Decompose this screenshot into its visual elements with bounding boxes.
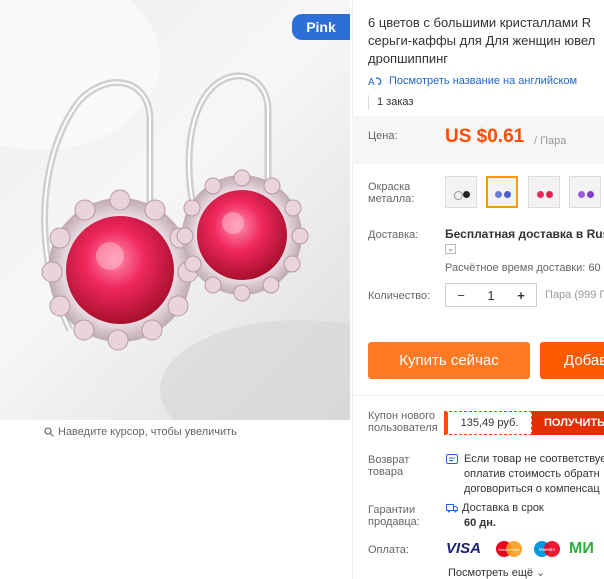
mastercard-text: MasterCard — [499, 547, 520, 552]
color-badge: Pink — [292, 14, 350, 40]
coupon-value: 135,49 руб. — [444, 411, 532, 435]
delivery-time: Расчётное время доставки: 60 — [445, 262, 601, 274]
zoom-hint: Наведите курсор, чтобы увеличить — [44, 426, 237, 438]
mir-logo: МИ — [569, 540, 594, 557]
returns-label: Возврат товара — [368, 454, 409, 478]
product-details: 6 цветов с большими кристаллами R серьги… — [352, 0, 604, 579]
maestro-logo: Maestro — [531, 540, 563, 558]
return-icon — [446, 454, 458, 464]
returns-label-line: Возврат — [368, 454, 410, 466]
coupon-label-line: пользователя — [368, 422, 438, 434]
returns-line: Если товар не соответствуе — [464, 453, 604, 465]
translate-link[interactable]: A Посмотреть название на английском — [368, 75, 577, 87]
shipping-option[interactable]: Бесплатная доставка в Russi — [445, 227, 604, 241]
orders-count: 1 заказ — [368, 95, 413, 110]
coupon-label: Купон нового пользователя — [368, 410, 438, 434]
zoom-hint-text: Наведите курсор, чтобы увеличить — [58, 426, 237, 438]
maestro-text: Maestro — [539, 547, 556, 552]
swatch-pink[interactable] — [528, 176, 560, 208]
truck-icon — [446, 504, 458, 513]
get-coupon-button[interactable]: ПОЛУЧИТЬ — [532, 411, 604, 435]
swatch-blue[interactable] — [486, 176, 518, 208]
guarantee-delivery-text: Доставка в срок — [462, 502, 544, 514]
quantity-input[interactable]: 1 — [476, 288, 506, 303]
returns-line: оплатив стоимость обратн — [464, 468, 600, 480]
magnifier-icon — [44, 427, 54, 437]
returns-label-line: товара — [368, 466, 404, 478]
chevron-down-icon: ⌄ — [536, 567, 546, 579]
returns-line: договориться о компенсац — [464, 483, 600, 495]
guarantee-label-line: Гарантии — [368, 504, 416, 516]
visa-logo: VISA — [446, 540, 482, 557]
buy-now-button[interactable]: Купить сейчас — [368, 342, 530, 379]
earrings-image — [0, 0, 350, 420]
returns-text: Если товар не соответствуе оплатив стоим… — [464, 452, 604, 497]
color-option-label-line: Окраска — [368, 181, 411, 193]
guarantee-label-line: продавца: — [368, 516, 420, 528]
more-link-text[interactable]: Посмотреть ещё — [448, 567, 533, 579]
coupon-label-line: Купон нового — [368, 410, 436, 422]
color-option-label-line: металла: — [368, 193, 415, 205]
increase-button[interactable]: + — [506, 288, 536, 303]
price-label: Цена: — [368, 130, 398, 142]
guarantee-label: Гарантии продавца: — [368, 504, 420, 528]
section-divider — [352, 395, 604, 396]
shipping-label: Доставка: — [368, 229, 419, 241]
payment-label: Оплата: — [368, 544, 409, 556]
color-option-label: Окраска металла: — [368, 181, 414, 205]
decrease-button[interactable]: − — [446, 288, 476, 303]
swatch-white-black[interactable] — [445, 176, 477, 208]
more-link[interactable]: Посмотреть ещё ⌄ — [448, 566, 545, 579]
swatch-purple[interactable] — [569, 176, 601, 208]
guarantee-days: 60 дн. — [464, 517, 496, 529]
mastercard-logo: MasterCard — [493, 540, 525, 558]
title-line: дропшиппинг — [368, 51, 449, 66]
quantity-stepper: − 1 + — [445, 283, 537, 307]
chevron-down-icon[interactable]: ⌄ — [445, 244, 456, 254]
title-line: серьги-каффы для Для женщин ювел — [368, 33, 596, 48]
svg-text:A: A — [368, 77, 375, 87]
add-to-cart-button[interactable]: Добав — [540, 342, 604, 379]
stock-info: Пара (999 П — [545, 289, 604, 301]
translate-link-text[interactable]: Посмотреть название на английском — [389, 75, 577, 87]
product-title: 6 цветов с большими кристаллами R серьги… — [368, 14, 604, 68]
translate-icon: A — [368, 77, 382, 87]
price-value: US $0.61 — [445, 126, 525, 147]
title-line: 6 цветов с большими кристаллами R — [368, 15, 592, 30]
price-unit: / Пара — [534, 135, 567, 147]
guarantee-delivery: Доставка в срок — [446, 502, 544, 514]
product-image[interactable]: Pink — [0, 0, 350, 420]
quantity-label: Количество: — [368, 290, 431, 302]
